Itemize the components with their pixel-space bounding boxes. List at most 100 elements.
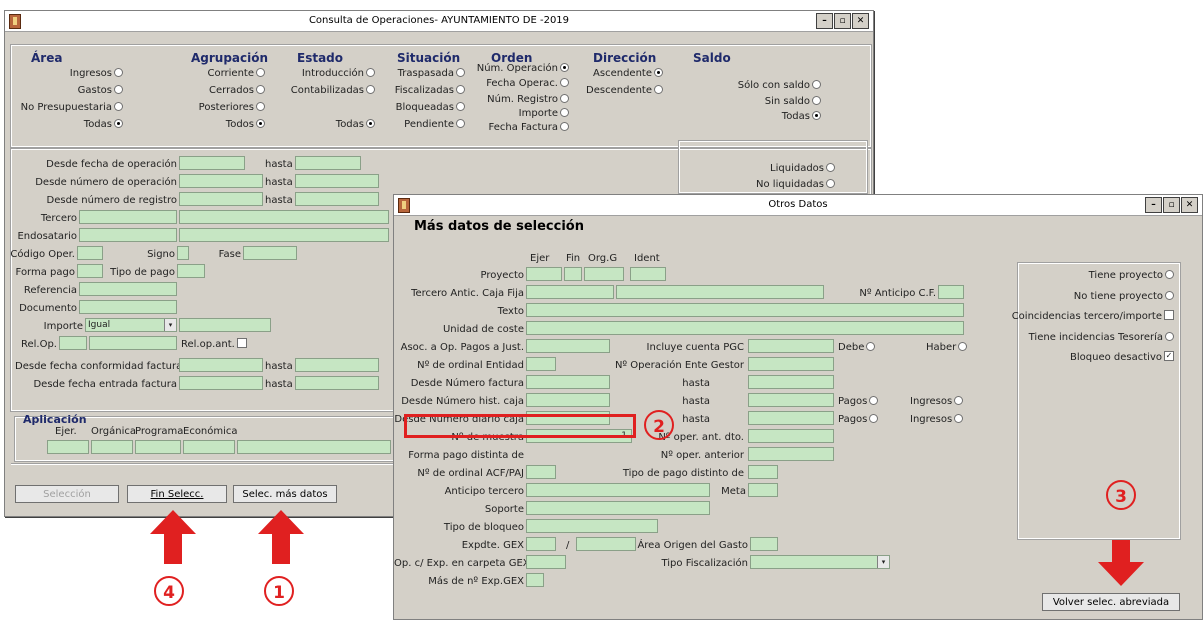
radio-icon[interactable] <box>560 107 569 117</box>
liquidados-option[interactable]: Liquidados <box>695 162 835 174</box>
signo-input[interactable] <box>177 246 189 260</box>
radio-icon[interactable] <box>366 84 375 94</box>
orden-num-operacion[interactable]: Núm. Operación <box>465 62 569 74</box>
anticipo-tercero-input[interactable] <box>526 483 710 497</box>
radio-icon[interactable] <box>866 341 876 351</box>
proyecto-org-input[interactable] <box>584 267 624 281</box>
radio-icon[interactable] <box>560 93 569 103</box>
ordinal-acf-input[interactable] <box>526 465 556 479</box>
hasta-numero-operacion-input[interactable] <box>295 174 379 188</box>
radio-icon[interactable] <box>560 77 569 87</box>
radio-icon[interactable] <box>826 178 835 188</box>
checkbox-checked-icon[interactable]: ✓ <box>1164 351 1174 361</box>
radio-icon[interactable] <box>456 118 465 128</box>
radio-icon[interactable] <box>114 67 123 77</box>
radio-selected-icon[interactable] <box>256 118 265 128</box>
radio-icon[interactable] <box>1165 269 1174 279</box>
aplicacion-organica-input[interactable] <box>91 440 133 454</box>
soporte-input[interactable] <box>526 501 710 515</box>
rel-op-input-1[interactable] <box>59 336 87 350</box>
tercero-name-input[interactable] <box>179 210 389 224</box>
tiene-incidencias-option[interactable]: Tiene incidencias Tesorería <box>984 331 1174 343</box>
orden-fecha-operac[interactable]: Fecha Operac. <box>465 77 569 89</box>
expdte-gex-input-2[interactable] <box>576 537 636 551</box>
close-icon[interactable]: ✕ <box>852 13 869 29</box>
tipo-bloqueo-input[interactable] <box>526 519 658 533</box>
hasta-fecha-conformidad-input[interactable] <box>295 358 379 372</box>
radio-selected-icon[interactable] <box>654 67 663 77</box>
seleccion-button[interactable]: Selección <box>15 485 119 503</box>
radio-icon[interactable] <box>826 162 835 172</box>
radio-icon[interactable] <box>869 395 879 405</box>
radio-icon[interactable] <box>654 84 663 94</box>
desde-num-factura-input[interactable] <box>526 375 610 389</box>
asoc-op-input[interactable] <box>526 339 610 353</box>
radio-selected-icon[interactable] <box>114 118 123 128</box>
area-no-presupuestaria[interactable]: No Presupuestaria <box>5 101 123 113</box>
radio-icon[interactable] <box>560 121 569 131</box>
situacion-bloqueadas[interactable]: Bloqueadas <box>375 101 465 113</box>
volver-selec-abreviada-button[interactable]: Volver selec. abreviada <box>1042 593 1180 611</box>
endosatario-code-input[interactable] <box>79 228 177 242</box>
situacion-pendiente[interactable]: Pendiente <box>375 118 465 130</box>
importe-select[interactable]: Igual ▾ <box>85 318 177 332</box>
radio-icon[interactable] <box>256 67 265 77</box>
saldo-todas[interactable]: Todas <box>695 110 821 122</box>
bloqueo-desactivo-option[interactable]: Bloqueo desactivo ✓ <box>984 351 1174 363</box>
radio-icon[interactable] <box>812 79 821 89</box>
desde-hist-caja-input[interactable] <box>526 393 610 407</box>
radio-icon[interactable] <box>456 84 465 94</box>
orden-fecha-factura[interactable]: Fecha Factura <box>465 121 569 133</box>
documento-input[interactable] <box>79 300 177 314</box>
radio-icon[interactable] <box>1165 290 1174 300</box>
agrupacion-todos[interactable]: Todos <box>155 118 265 130</box>
pagos-option[interactable]: Pagos <box>838 395 879 407</box>
op-ente-gestor-input[interactable] <box>748 357 834 371</box>
meta-input[interactable] <box>748 483 778 497</box>
n-oper-ant-dto-input[interactable] <box>748 429 834 443</box>
radio-icon[interactable] <box>114 101 123 111</box>
minimize-icon[interactable]: – <box>816 13 833 29</box>
ordinal-entidad-input[interactable] <box>526 357 556 371</box>
estado-todas[interactable]: Todas <box>275 118 375 130</box>
radio-selected-icon[interactable] <box>366 118 375 128</box>
rel-op-input-2[interactable] <box>89 336 177 350</box>
radio-icon[interactable] <box>812 95 821 105</box>
fase-input[interactable] <box>243 246 297 260</box>
radio-icon[interactable] <box>869 413 879 423</box>
coincidencias-option[interactable]: Coincidencias tercero/importe <box>984 310 1174 322</box>
importe-input[interactable] <box>179 318 271 332</box>
hasta-fecha-entrada-input[interactable] <box>295 376 379 390</box>
estado-contabilizadas[interactable]: Contabilizadas <box>275 84 375 96</box>
maximize-icon[interactable]: ▫ <box>834 13 851 29</box>
agrupacion-cerrados[interactable]: Cerrados <box>155 84 265 96</box>
checkbox-icon[interactable] <box>236 338 247 348</box>
aplicacion-ejer-input[interactable] <box>47 440 89 454</box>
close-icon[interactable]: ✕ <box>1181 197 1198 213</box>
tipo-pago-input[interactable] <box>177 264 205 278</box>
haber-option[interactable]: Haber <box>926 341 968 353</box>
direccion-descendente[interactable]: Descendente <box>575 84 663 96</box>
checkbox-icon[interactable] <box>1164 310 1174 320</box>
proyecto-ident-input[interactable] <box>630 267 666 281</box>
desde-numero-registro-input[interactable] <box>179 192 263 206</box>
codigo-oper-input[interactable] <box>77 246 103 260</box>
no-liquidadas-option[interactable]: No liquidadas <box>695 178 835 190</box>
op-exp-carpeta-input[interactable] <box>526 555 566 569</box>
agrupacion-posteriores[interactable]: Posteriores <box>155 101 265 113</box>
dropdown-arrow-icon[interactable]: ▾ <box>877 556 889 568</box>
tercero-antic-name-input[interactable] <box>616 285 824 299</box>
unidad-coste-input[interactable] <box>526 321 964 335</box>
situacion-fiscalizadas[interactable]: Fiscalizadas <box>375 84 465 96</box>
agrupacion-corriente[interactable]: Corriente <box>155 67 265 79</box>
tercero-antic-code-input[interactable] <box>526 285 614 299</box>
aplicacion-descripcion-input[interactable] <box>237 440 391 454</box>
hasta-diario-caja-input[interactable] <box>748 411 834 425</box>
endosatario-name-input[interactable] <box>179 228 389 242</box>
radio-icon[interactable] <box>954 395 964 405</box>
aplicacion-economica-input[interactable] <box>183 440 235 454</box>
saldo-solo-con-saldo[interactable]: Sólo con saldo <box>695 79 821 91</box>
maximize-icon[interactable]: ▫ <box>1163 197 1180 213</box>
radio-icon[interactable] <box>456 67 465 77</box>
radio-icon[interactable] <box>256 84 265 94</box>
